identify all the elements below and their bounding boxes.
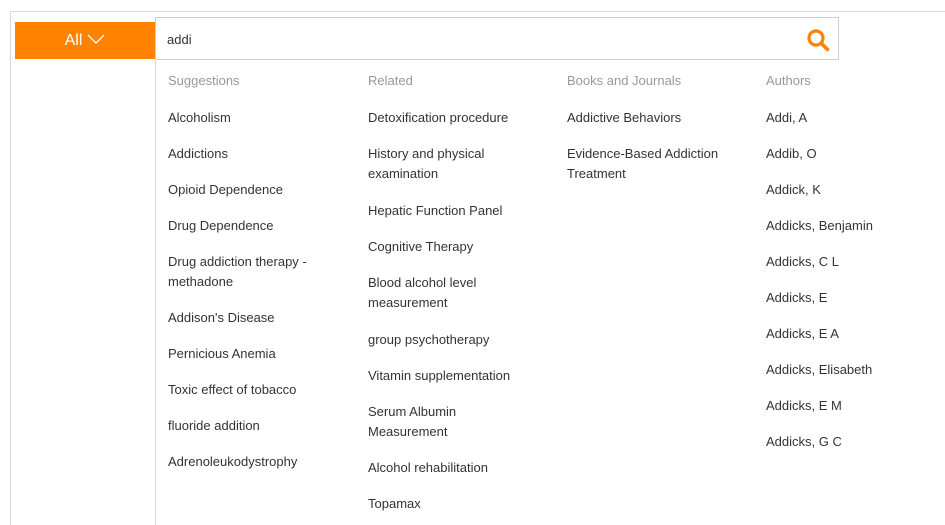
book-journal-item[interactable]: Evidence-Based Addiction Treatment — [567, 144, 747, 184]
search-widget: All Suggestions Alcoholism Addictions Op… — [0, 0, 945, 525]
related-heading: Related — [368, 73, 413, 88]
related-item[interactable]: group psychotherapy — [368, 330, 489, 350]
suggestion-item[interactable]: fluoride addition — [168, 416, 260, 436]
author-item[interactable]: Addicks, C L — [766, 252, 839, 272]
category-label: All — [64, 31, 83, 49]
related-item[interactable]: Cognitive Therapy — [368, 237, 473, 257]
related-item[interactable]: Serum Albumin Measurement — [368, 402, 488, 442]
related-item[interactable]: Blood alcohol level measurement — [368, 273, 508, 313]
related-item[interactable]: Detoxification procedure — [368, 108, 508, 128]
suggestions-heading: Suggestions — [168, 73, 240, 88]
left-divider — [10, 11, 11, 525]
suggestion-item[interactable]: Adrenoleukodystrophy — [168, 452, 297, 472]
suggestion-item[interactable]: Addictions — [168, 144, 228, 164]
books-journals-heading: Books and Journals — [567, 73, 682, 88]
top-divider — [10, 11, 945, 12]
suggestion-item[interactable]: Alcoholism — [168, 108, 231, 128]
suggestion-item[interactable]: Pernicious Anemia — [168, 344, 276, 364]
author-item[interactable]: Addicks, Elisabeth — [766, 360, 872, 380]
author-item[interactable]: Addib, O — [766, 144, 817, 164]
author-item[interactable]: Addicks, E M — [766, 396, 842, 416]
authors-heading: Authors — [766, 73, 811, 88]
author-item[interactable]: Addi, A — [766, 108, 807, 128]
book-journal-item[interactable]: Addictive Behaviors — [567, 108, 681, 128]
author-item[interactable]: Addick, K — [766, 180, 821, 200]
search-input[interactable] — [167, 29, 767, 49]
chevron-down-icon — [87, 34, 105, 44]
category-dropdown-button[interactable]: All — [15, 22, 155, 59]
related-item[interactable]: Hepatic Function Panel — [368, 201, 502, 221]
author-item[interactable]: Addicks, Benjamin — [766, 216, 873, 236]
search-icon[interactable] — [806, 28, 830, 52]
suggestion-item[interactable]: Drug Dependence — [168, 216, 274, 236]
suggestion-item[interactable]: Drug addiction therapy - methadone — [168, 252, 338, 292]
author-item[interactable]: Addicks, G C — [766, 432, 842, 452]
suggestion-item[interactable]: Opioid Dependence — [168, 180, 283, 200]
suggestion-item[interactable]: Addison's Disease — [168, 308, 275, 328]
related-item[interactable]: Topamax — [368, 494, 421, 514]
search-bar — [155, 17, 839, 60]
autocomplete-dropdown: Suggestions Alcoholism Addictions Opioid… — [155, 60, 945, 525]
related-item[interactable]: History and physical examination — [368, 144, 518, 184]
related-item[interactable]: Vitamin supplementation — [368, 366, 510, 386]
related-item[interactable]: Alcohol rehabilitation — [368, 458, 488, 478]
suggestion-item[interactable]: Toxic effect of tobacco — [168, 380, 296, 400]
author-item[interactable]: Addicks, E — [766, 288, 827, 308]
author-item[interactable]: Addicks, E A — [766, 324, 839, 344]
